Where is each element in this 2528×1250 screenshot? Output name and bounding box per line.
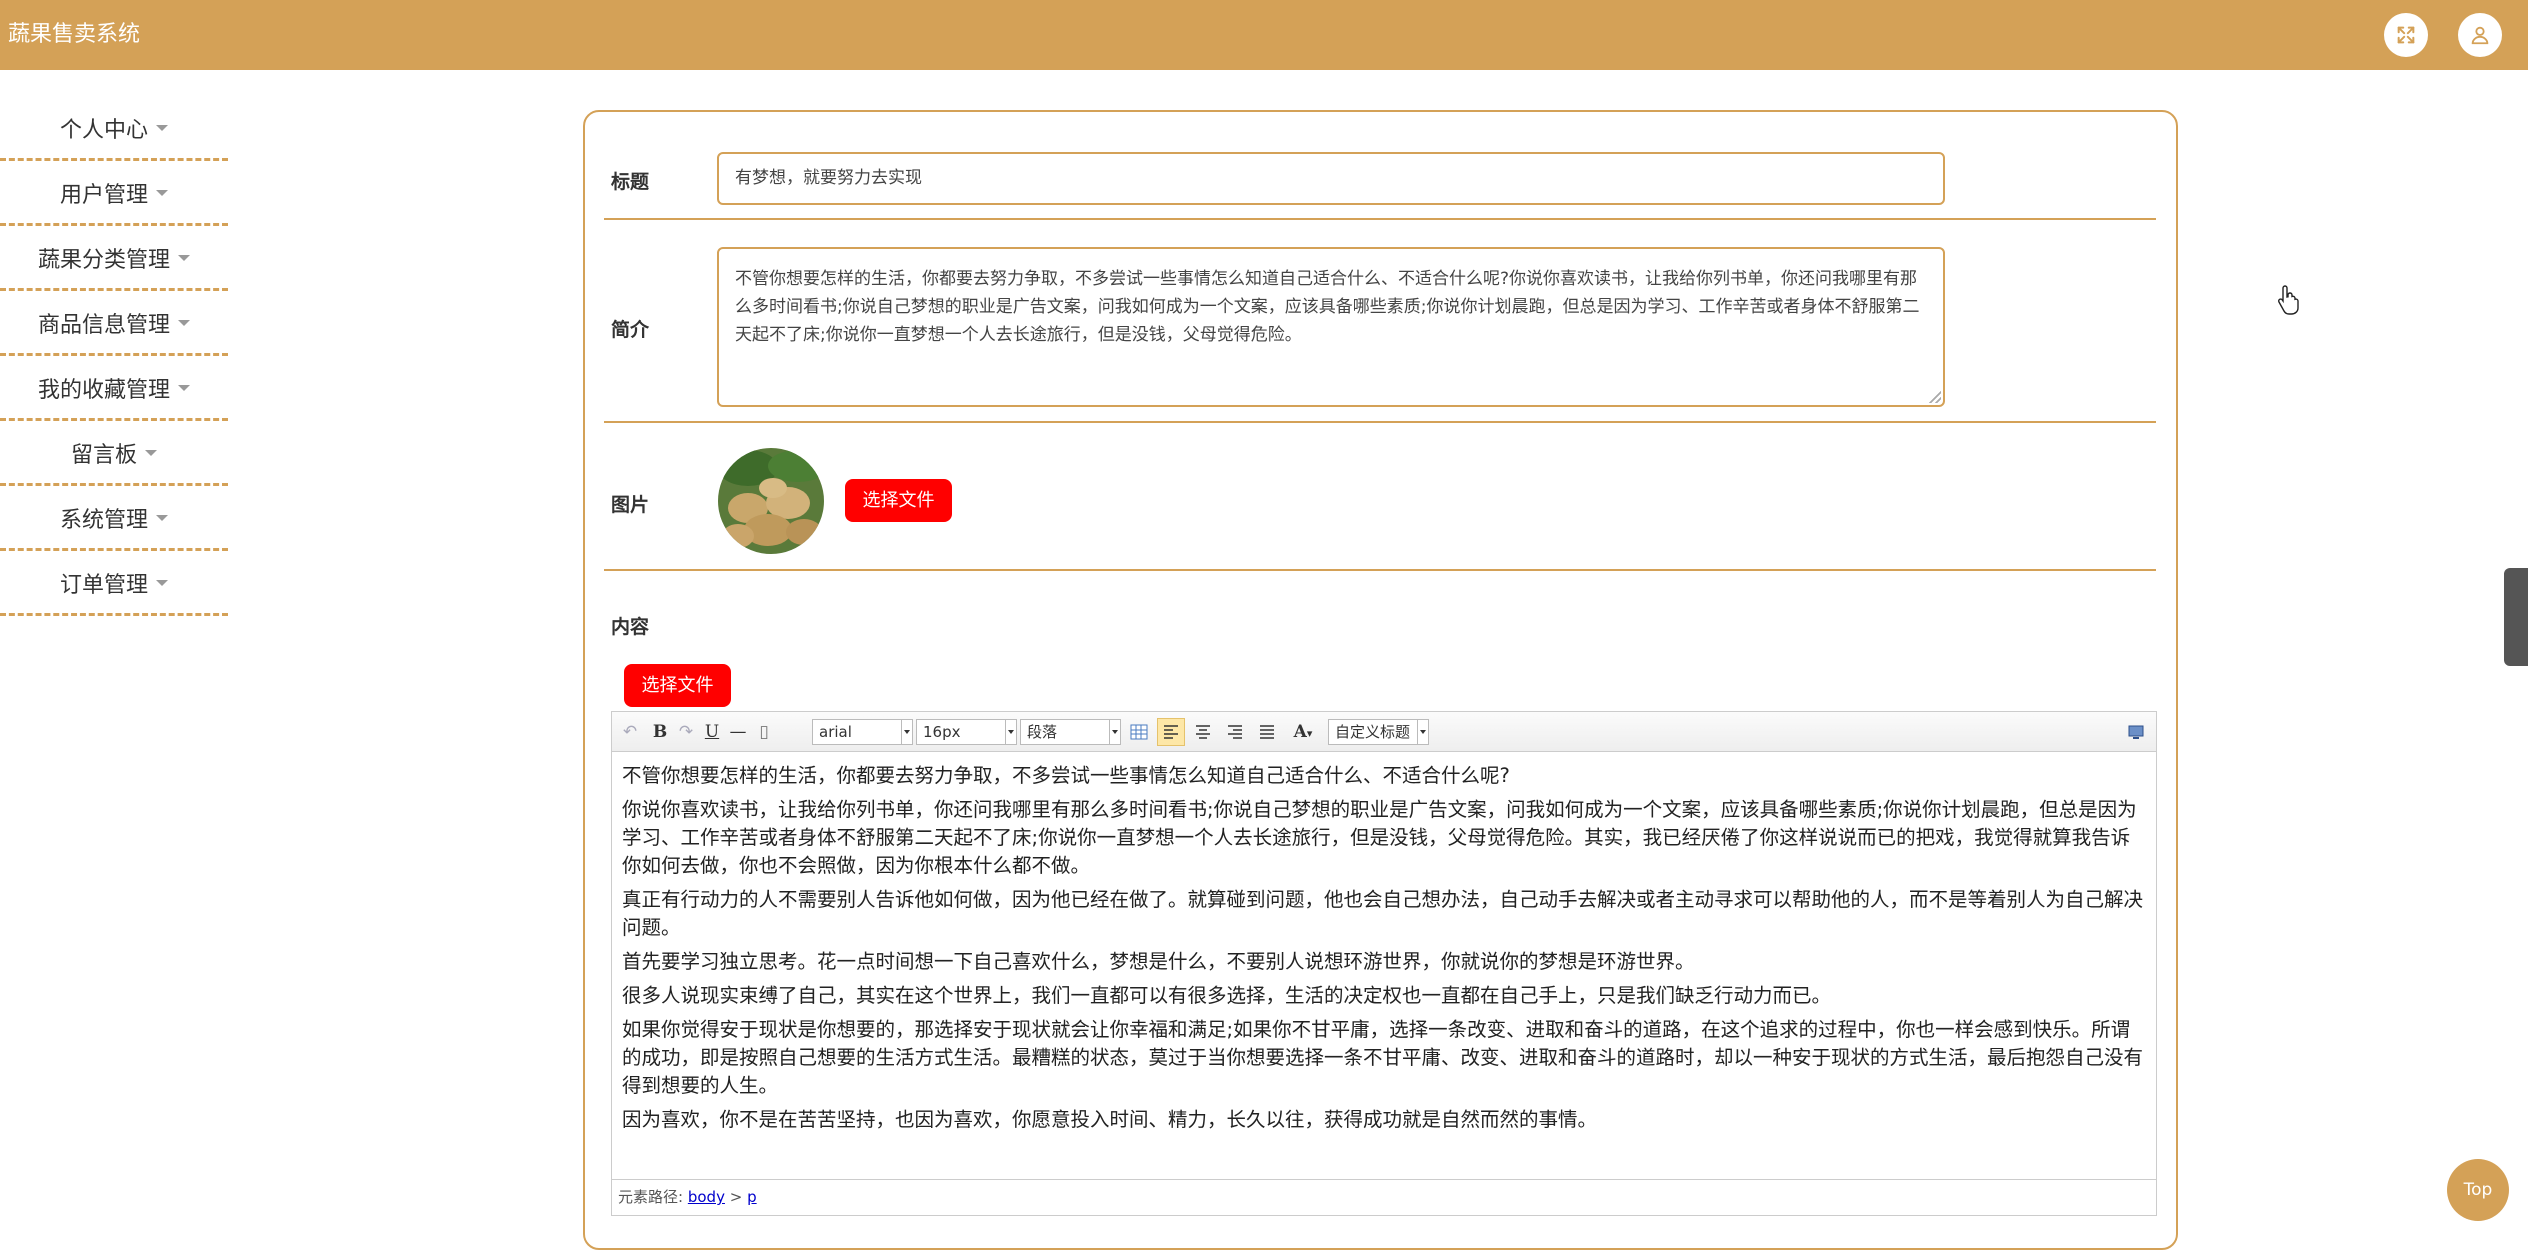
title-label: 标题 <box>611 171 650 193</box>
editor-paragraph: 真正有行动力的人不需要别人告诉他如何做，因为他已经在做了。就算碰到问题，他也会自… <box>622 888 2144 939</box>
caret-down-icon <box>178 320 190 326</box>
sidebar-item-product-management[interactable]: 商品信息管理 <box>0 293 228 356</box>
back-to-top-button[interactable]: Top <box>2447 1159 2509 1221</box>
intro-textarea[interactable]: 不管你想要怎样的生活，你都要去努力争取，不多尝试一些事情怎么知道自己适合什么、不… <box>717 247 1945 407</box>
sidebar-menu: 个人中心 用户管理 蔬果分类管理 商品信息管理 我的收藏管理 留言板 系统管理 … <box>0 98 228 618</box>
editor-paragraph: 很多人说现实束缚了自己，其实在这个世界上，我们一直都可以有很多选择，生活的决定权… <box>622 984 1832 1007</box>
content-choose-file-button[interactable]: 选择文件 <box>624 664 731 707</box>
font-family-select[interactable]: arial <box>812 719 913 745</box>
align-justify-icon[interactable] <box>1254 718 1280 746</box>
editor-paragraph: 你说你喜欢读书，让我给你列书单，你还问我哪里有那么多时间看书;你说自己梦想的职业… <box>622 798 2137 877</box>
chevron-down-icon <box>901 720 912 744</box>
caret-down-icon <box>156 515 168 521</box>
caret-down-icon <box>145 450 157 456</box>
caret-down-icon <box>156 190 168 196</box>
element-path-bar: 元素路径: body > p <box>612 1179 2156 1215</box>
bold-button[interactable]: B <box>650 718 670 746</box>
fullscreen-icon[interactable] <box>2384 13 2428 57</box>
product-image-thumbnail <box>718 448 824 554</box>
sidebar-item-system-management[interactable]: 系统管理 <box>0 488 228 551</box>
caret-down-icon <box>178 385 190 391</box>
title-input[interactable]: 有梦想，就要努力去实现 <box>717 152 1945 205</box>
top-bar <box>0 0 2528 70</box>
align-right-icon[interactable] <box>1222 718 1248 746</box>
sidebar-item-category-management[interactable]: 蔬果分类管理 <box>0 228 228 291</box>
row-divider <box>604 421 2156 423</box>
align-center-icon[interactable] <box>1190 718 1216 746</box>
fullscreen-preview-icon[interactable] <box>2124 718 2148 746</box>
image-label: 图片 <box>611 494 650 516</box>
intro-label: 简介 <box>611 319 650 341</box>
app-title: 蔬果售卖系统 <box>8 22 141 47</box>
redo-icon[interactable]: ↷ <box>676 718 696 746</box>
sidebar-item-favorites-management[interactable]: 我的收藏管理 <box>0 358 228 421</box>
user-icon[interactable] <box>2458 13 2502 57</box>
path-p-link[interactable]: p <box>747 1188 757 1206</box>
side-drawer-tab[interactable] <box>2504 568 2528 666</box>
align-left-icon[interactable] <box>1157 718 1185 746</box>
sidebar-item-order-management[interactable]: 订单管理 <box>0 553 228 616</box>
rich-text-editor: ↶ B ↷ U — ▯ arial 16px 段落 A▾ 自定义标题 不管你想要… <box>611 711 2157 1216</box>
resize-handle-icon[interactable] <box>1929 391 1941 403</box>
caret-down-icon <box>178 255 190 261</box>
chevron-down-icon <box>1109 720 1120 744</box>
sidebar-item-message-board[interactable]: 留言板 <box>0 423 228 486</box>
table-icon[interactable] <box>1127 718 1151 746</box>
hand-cursor-icon <box>2276 284 2302 316</box>
editor-paragraph: 不管你想要怎样的生活，你都要去努力争取，不多尝试一些事情怎么知道自己适合什么、不… <box>622 764 1510 787</box>
path-body-link[interactable]: body <box>688 1188 725 1206</box>
font-color-button[interactable]: A▾ <box>1286 718 1320 746</box>
content-label: 内容 <box>611 616 650 638</box>
paragraph-select[interactable]: 段落 <box>1020 719 1121 745</box>
intro-text: 不管你想要怎样的生活，你都要去努力争取，不多尝试一些事情怎么知道自己适合什么、不… <box>735 269 1920 345</box>
editor-paragraph: 因为喜欢，你不是在苦苦坚持，也因为喜欢，你愿意投入时间、精力，长久以往，获得成功… <box>622 1108 1598 1131</box>
sidebar-item-personal-center[interactable]: 个人中心 <box>0 98 228 161</box>
editor-content-area[interactable]: 不管你想要怎样的生活，你都要去努力争取，不多尝试一些事情怎么知道自己适合什么、不… <box>612 752 2156 1179</box>
horizontal-rule-icon[interactable]: — <box>728 718 748 746</box>
editor-paragraph: 首先要学习独立思考。花一点时间想一下自己喜欢什么，梦想是什么，不要别人说想环游世… <box>622 950 1695 973</box>
caret-down-icon <box>156 125 168 131</box>
caret-down-icon <box>156 580 168 586</box>
editor-paragraph: 如果你觉得安于现状是你想要的，那选择安于现状就会让你幸福和满足;如果你不甘平庸，… <box>622 1018 2144 1097</box>
row-divider <box>604 569 2156 571</box>
chevron-down-icon: ▾ <box>1306 727 1313 740</box>
custom-title-select[interactable]: 自定义标题 <box>1328 719 1429 745</box>
sidebar-item-user-management[interactable]: 用户管理 <box>0 163 228 226</box>
chevron-down-icon <box>1417 720 1428 744</box>
underline-button[interactable]: U <box>702 718 722 746</box>
font-size-select[interactable]: 16px <box>916 719 1017 745</box>
undo-icon[interactable]: ↶ <box>620 718 640 746</box>
row-divider <box>604 218 2156 220</box>
chevron-down-icon <box>1005 720 1016 744</box>
image-choose-file-button[interactable]: 选择文件 <box>845 479 952 522</box>
editor-toolbar: ↶ B ↷ U — ▯ arial 16px 段落 A▾ 自定义标题 <box>612 712 2156 752</box>
page-icon[interactable]: ▯ <box>754 718 774 746</box>
